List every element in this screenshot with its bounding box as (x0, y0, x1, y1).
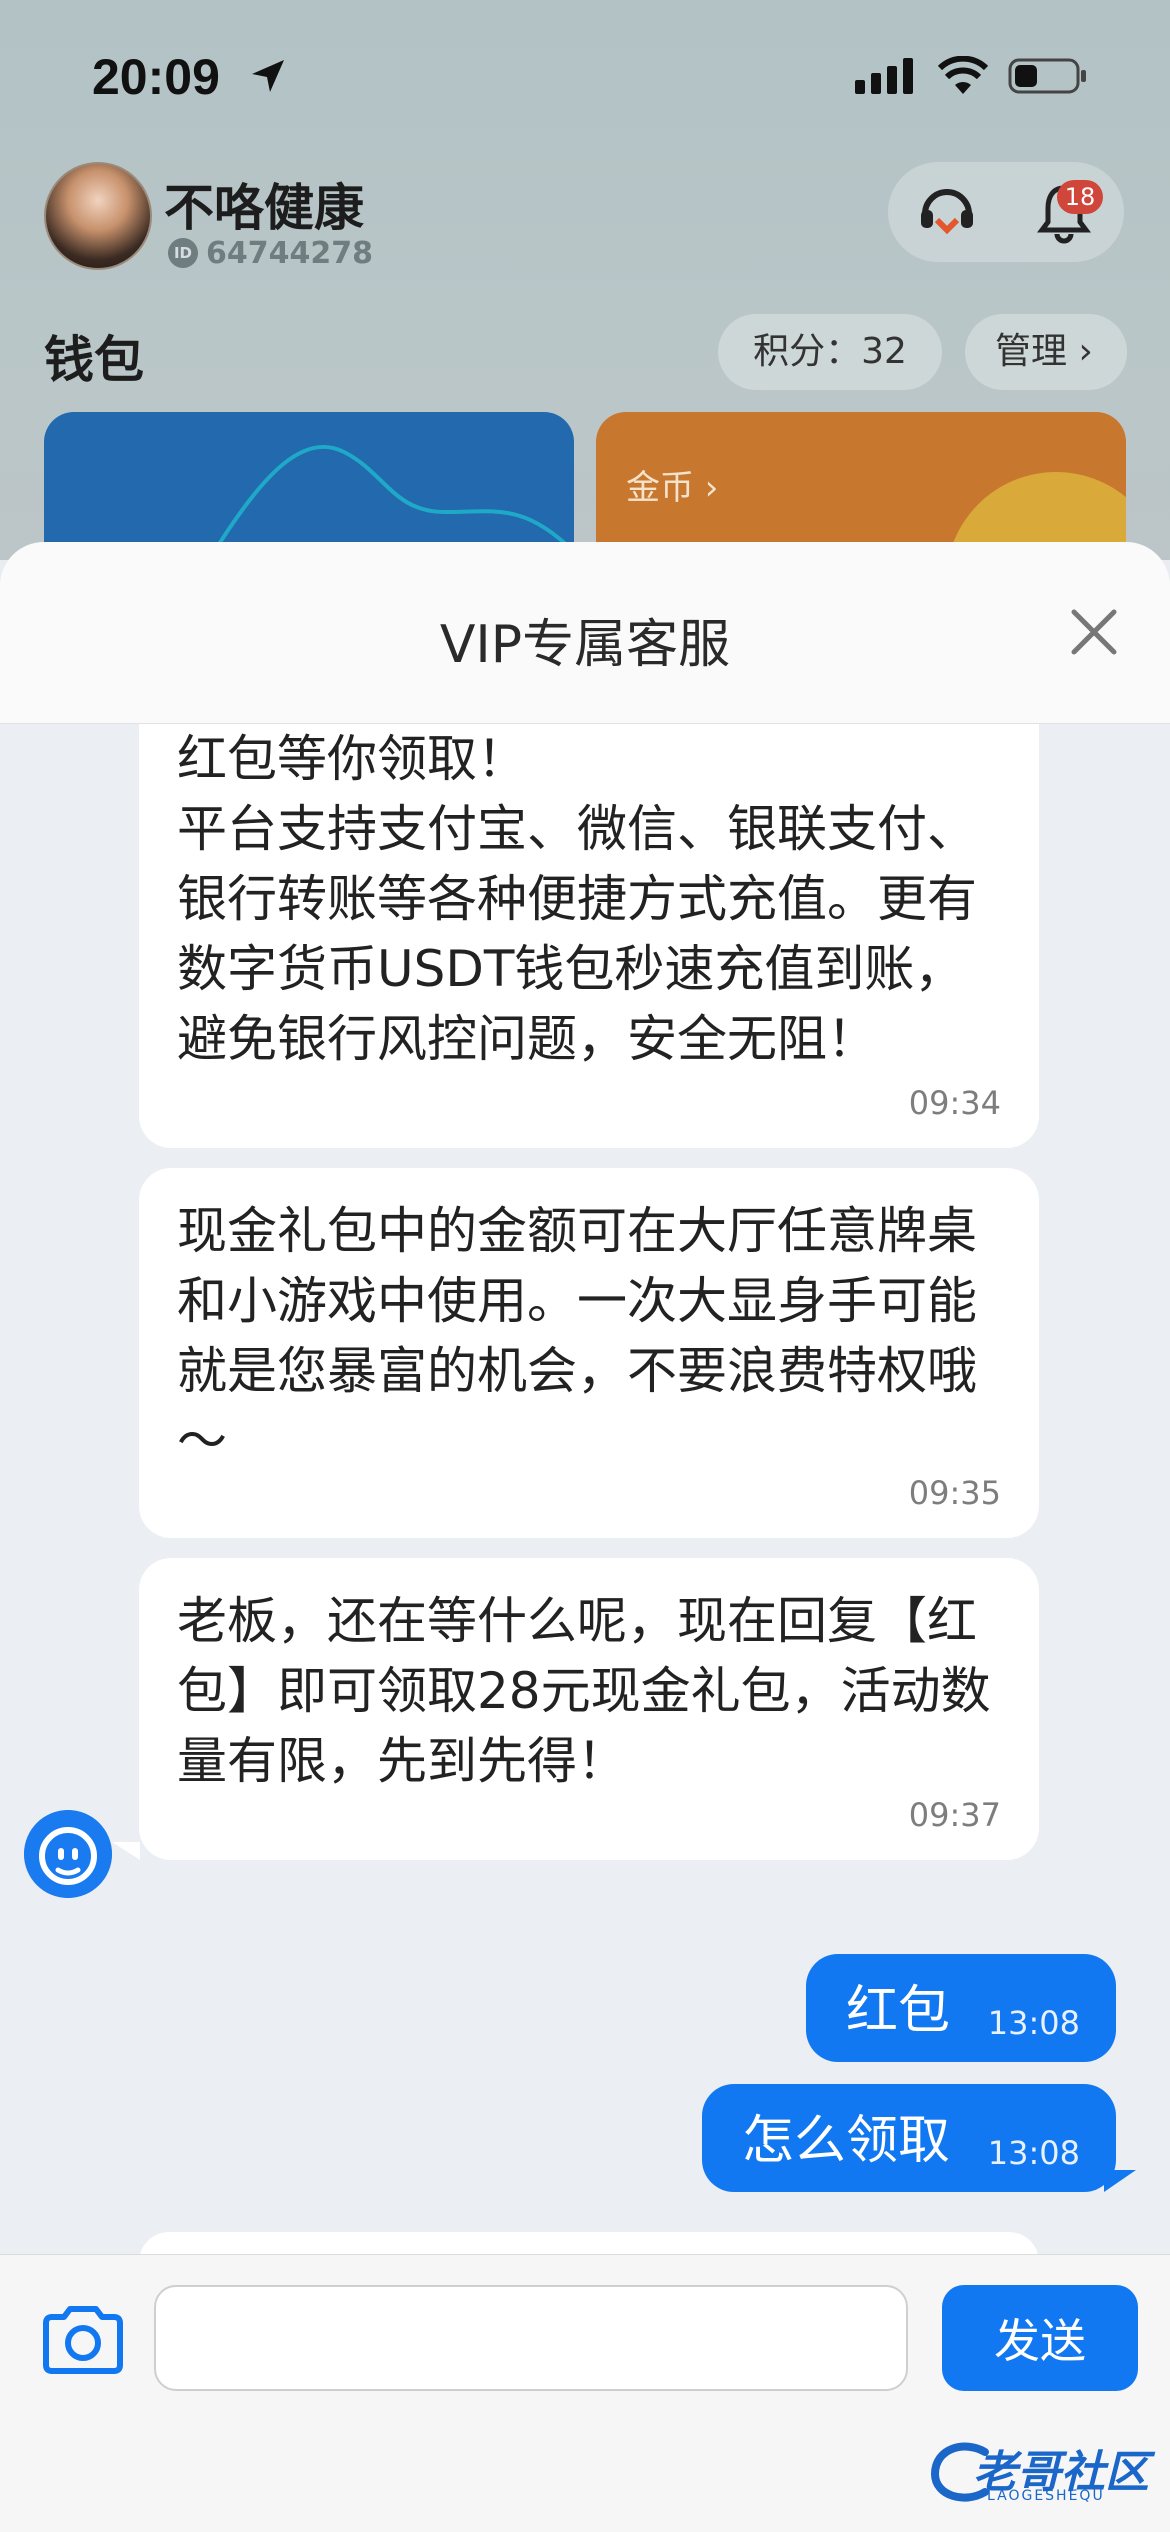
coin-card-label: 金币 › (626, 468, 719, 508)
sheet-title: VIP专属客服 (439, 615, 731, 675)
chatbot-avatar-icon[interactable] (24, 1810, 112, 1898)
watermark-subtext: LAOGESHEQU (987, 2488, 1105, 2504)
incoming-message: 现金礼包中的金额可在大厅任意牌桌 和小游戏中使用。一次大显身手可能 就是您暴富的… (139, 1168, 1039, 1538)
outgoing-message: 红包 13:08 (806, 1954, 1116, 2062)
message-text: 怎么领取 (742, 2111, 951, 2171)
chat-message-list[interactable]: 专属充值优惠已开启，高达200美元 红包等你领取！ 平台支持支付宝、微信、银联支… (0, 724, 1170, 2266)
incoming-bubble-tail (112, 1842, 140, 1860)
outgoing-bubble-tail (1104, 2170, 1136, 2192)
camera-icon[interactable] (40, 2303, 126, 2375)
message-time: 09:34 (908, 1084, 1001, 1122)
location-arrow-icon (252, 60, 284, 92)
message-input[interactable] (154, 2285, 908, 2391)
message-time: 09:35 (908, 1474, 1001, 1512)
user-id: 64744278 (206, 236, 373, 271)
incoming-message-frame: 09:34 (139, 724, 1039, 1148)
chevron-right-icon: › (1078, 331, 1093, 372)
message-time: 13:08 (987, 2134, 1080, 2172)
wave-line-decoration (212, 445, 574, 554)
wallet-chart-card[interactable] (44, 412, 574, 560)
coin-card[interactable]: 金币 › (596, 412, 1126, 560)
id-badge-icon: ID (168, 238, 198, 268)
background-app: 20:09 不咯健康 ID 64744278 18 钱包 积分：32 管理 › (0, 0, 1170, 560)
watermark-logo: 老哥社区 LAOGESHEQU (925, 2432, 1165, 2512)
battery-icon (1008, 58, 1086, 94)
user-avatar[interactable] (44, 162, 152, 270)
close-icon[interactable] (1066, 604, 1122, 660)
manage-label: 管理 (995, 331, 1068, 372)
outgoing-message: 怎么领取 13:08 (702, 2084, 1116, 2192)
points-pill[interactable]: 积分：32 (718, 314, 942, 390)
message-time: 13:08 (987, 2004, 1080, 2042)
message-time: 09:37 (908, 1796, 1001, 1834)
wifi-icon (938, 56, 988, 94)
cellular-signal-icon (855, 58, 913, 94)
manage-button[interactable]: 管理 › (965, 314, 1127, 390)
message-text: 红包 (846, 1981, 951, 2041)
sheet-header: VIP专属客服 (0, 542, 1170, 724)
status-time: 20:09 (92, 49, 220, 105)
vip-service-sheet: VIP专属客服 专属充值优惠已开启，高达200美元 红包等你领取！ 平台支持支付… (0, 542, 1170, 2532)
message-text: 现金礼包中的金额可在大厅任意牌桌 和小游戏中使用。一次大显身手可能 就是您暴富的… (177, 1202, 977, 1470)
customer-service-icon[interactable] (915, 180, 979, 244)
wallet-title: 钱包 (44, 331, 144, 389)
incoming-message: 老板，还在等什么呢，现在回复【红 包】即可领取28元现金礼包，活动数 量有限，先… (139, 1558, 1039, 1860)
message-text: 老板，还在等什么呢，现在回复【红 包】即可领取28元现金礼包，活动数 量有限，先… (177, 1592, 991, 1790)
notification-count-badge: 18 (1057, 180, 1103, 214)
send-button[interactable]: 发送 (942, 2285, 1138, 2391)
username: 不咯健康 (164, 179, 364, 237)
